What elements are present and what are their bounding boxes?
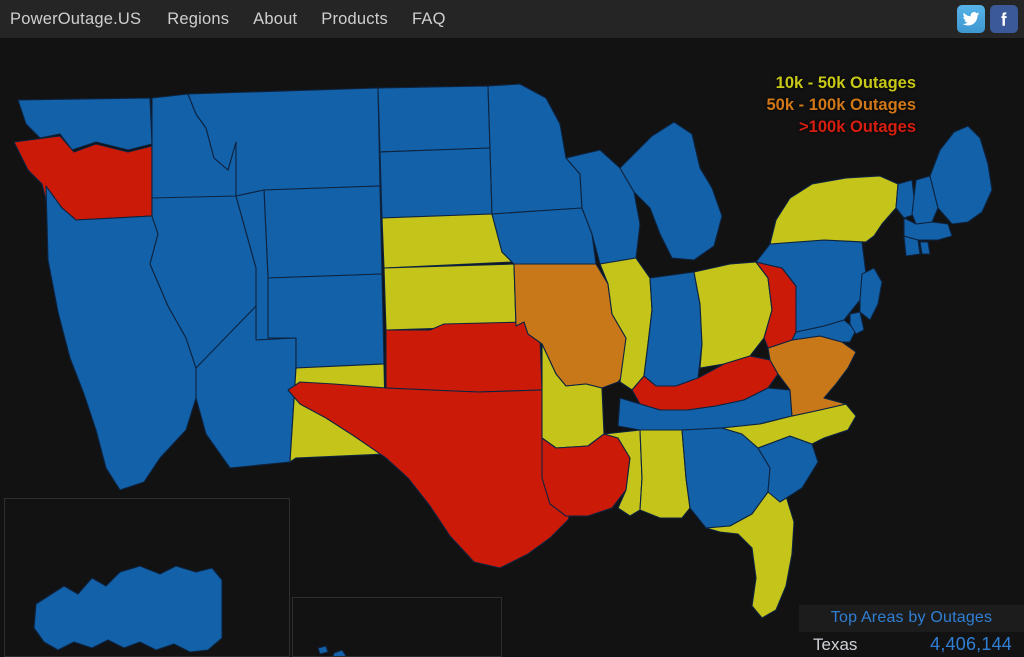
state-north-dakota[interactable]: [377, 85, 491, 153]
state-rhode-island[interactable]: [919, 241, 931, 255]
top-navigation-bar: PowerOutage.US Regions About Products FA…: [0, 0, 1024, 38]
top-area-name: Texas: [813, 635, 858, 654]
state-wyoming[interactable]: [263, 185, 383, 279]
state-iowa[interactable]: [491, 207, 597, 265]
twitter-icon[interactable]: [957, 5, 985, 33]
nav-item-products[interactable]: Products: [321, 10, 388, 29]
social-links: [957, 5, 1018, 33]
state-indiana[interactable]: [643, 271, 703, 387]
state-nebraska[interactable]: [381, 213, 513, 269]
state-kansas[interactable]: [383, 263, 517, 331]
top-area-count: 4,406,144: [930, 634, 1012, 654]
nav-item-regions[interactable]: Regions: [167, 10, 229, 29]
power-outage-map-page: PowerOutage.US Regions About Products FA…: [0, 0, 1024, 657]
nav-item-about[interactable]: About: [253, 10, 297, 29]
facebook-icon[interactable]: [990, 5, 1018, 33]
top-areas-panel: Top Areas by Outages Texas 4,406,144: [799, 605, 1024, 657]
state-oklahoma[interactable]: [385, 321, 543, 393]
alaska-inset-frame: [4, 498, 290, 657]
brand-logo-link[interactable]: PowerOutage.US: [10, 10, 141, 29]
nav-item-faq[interactable]: FAQ: [412, 10, 446, 29]
top-area-row[interactable]: Texas 4,406,144: [799, 632, 1024, 657]
state-south-dakota[interactable]: [379, 147, 493, 219]
state-alabama[interactable]: [639, 429, 691, 519]
top-areas-title[interactable]: Top Areas by Outages: [799, 605, 1024, 632]
hawaii-inset-frame: [292, 597, 502, 657]
